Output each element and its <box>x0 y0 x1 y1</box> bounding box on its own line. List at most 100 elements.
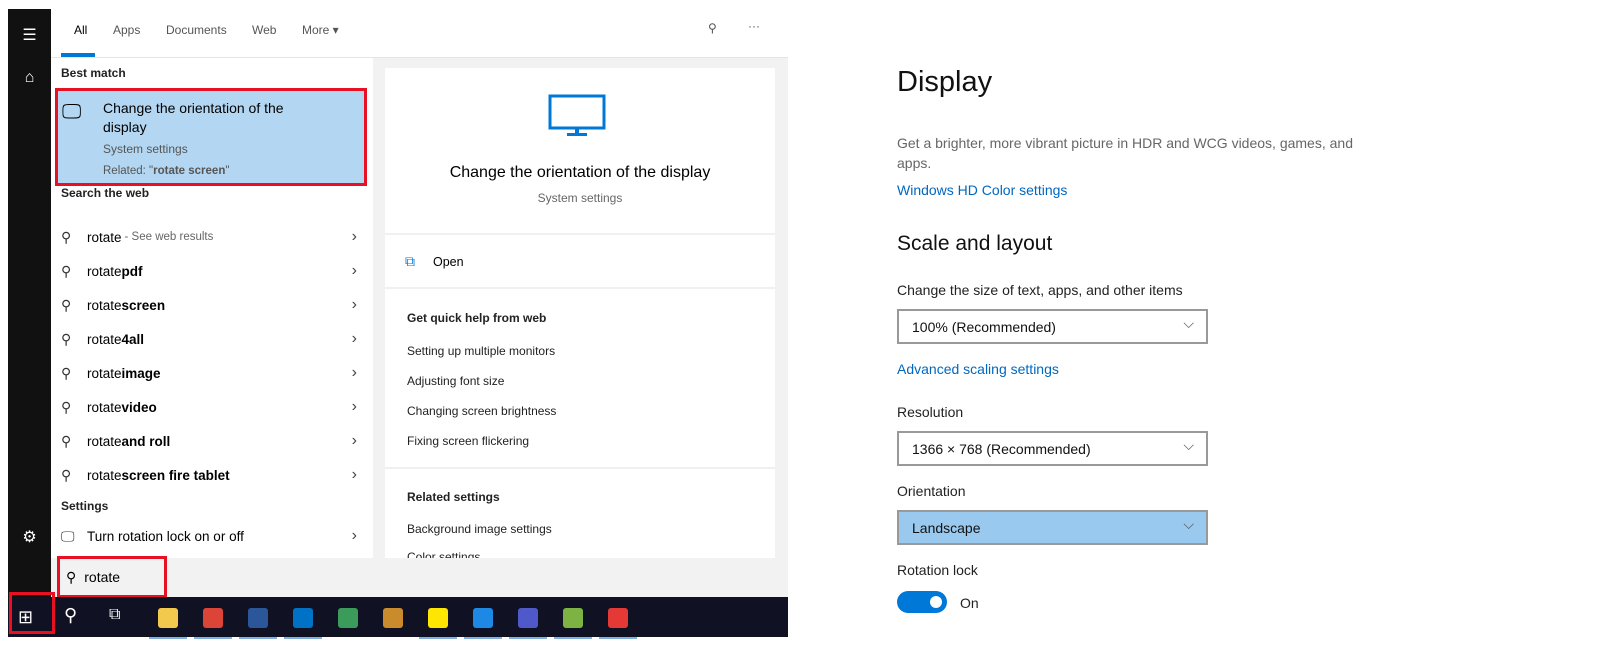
resolution-dropdown[interactable]: 1366 × 768 (Recommended) ⌵ <box>897 431 1208 466</box>
search-icon: ⚲ <box>61 364 72 381</box>
search-icon: ⚲ <box>61 398 72 415</box>
open-button[interactable]: Open <box>433 255 464 269</box>
gear-icon[interactable]: ⚙ <box>8 527 51 547</box>
monitor-icon: 🖵 <box>62 101 82 123</box>
home-icon[interactable]: ⌂ <box>8 69 51 87</box>
rotation-lock-state: On <box>960 595 979 611</box>
best-match-subtitle: System settings <box>103 142 188 156</box>
running-indicator <box>149 637 187 639</box>
chevron-right-icon[interactable]: › <box>352 330 357 348</box>
help-link[interactable]: Setting up multiple monitors <box>407 344 555 358</box>
running-indicator <box>284 637 322 639</box>
search-input[interactable]: ⚲ rotate <box>57 556 167 598</box>
feedback-icon[interactable]: ⚲ <box>708 21 717 35</box>
web-result[interactable]: ⚲ rotate screen › <box>61 290 361 320</box>
hdr-description: Get a brighter, more vibrant picture in … <box>897 135 1353 171</box>
tab-more[interactable]: More ▾ <box>302 23 339 37</box>
taskbar-app-app[interactable] <box>374 603 412 633</box>
web-result[interactable]: ⚲ rotate - See web results › <box>61 222 361 252</box>
chevron-right-icon[interactable]: › <box>352 466 357 484</box>
app-icon <box>563 608 583 628</box>
web-result-suffix: 4all <box>121 331 145 347</box>
taskbar-app-sticky-notes[interactable] <box>419 603 457 639</box>
search-icon: ⚲ <box>61 262 72 279</box>
rotation-lock-label: Rotation lock <box>897 562 978 578</box>
related-link[interactable]: Color settings <box>407 550 480 558</box>
active-tab-indicator <box>61 53 95 57</box>
app-icon <box>473 608 493 628</box>
more-options-icon[interactable]: ··· <box>748 19 760 33</box>
web-result[interactable]: ⚲ rotate screen fire tablet › <box>61 460 361 490</box>
help-link[interactable]: Adjusting font size <box>407 374 504 388</box>
settings-result[interactable]: 🖵 Turn rotation lock on or off › <box>61 521 361 551</box>
taskbar-app-edge[interactable] <box>329 603 367 633</box>
preview-subtitle: System settings <box>537 191 623 205</box>
best-match-title: Change the orientation of the display <box>103 100 284 135</box>
app-icon <box>203 608 223 628</box>
orientation-label: Orientation <box>897 483 966 499</box>
taskbar-app-file-explorer[interactable] <box>149 603 187 639</box>
monitor-icon: 🖵 <box>61 527 75 544</box>
chevron-right-icon[interactable]: › <box>352 527 357 545</box>
chevron-right-icon[interactable]: › <box>352 296 357 314</box>
best-match-result[interactable]: 🖵 Change the orientation of the display … <box>55 88 367 186</box>
running-indicator <box>554 637 592 639</box>
start-button-highlight[interactable] <box>9 592 55 634</box>
hd-color-link[interactable]: Windows HD Color settings <box>897 182 1067 198</box>
hamburger-menu-icon[interactable]: ☰ <box>8 25 51 45</box>
help-link[interactable]: Fixing screen flickering <box>407 434 529 448</box>
search-icon: ⚲ <box>61 296 72 313</box>
taskbar: ⊞ ⚲ ⧉ <box>8 597 788 639</box>
taskbar-app-word[interactable] <box>239 603 277 639</box>
search-icon[interactable]: ⚲ <box>64 605 77 626</box>
app-icon <box>383 608 403 628</box>
search-icon: ⚲ <box>61 330 72 347</box>
taskbar-app-teams[interactable] <box>509 603 547 639</box>
related-link[interactable]: Background image settings <box>407 522 552 536</box>
taskbar-app-chrome[interactable] <box>194 603 232 639</box>
rotation-lock-toggle[interactable] <box>897 591 947 613</box>
web-result[interactable]: ⚲ rotate and roll › <box>61 426 361 456</box>
scale-value: 100% (Recommended) <box>912 318 1056 335</box>
divider <box>385 233 775 235</box>
chevron-right-icon[interactable]: › <box>352 262 357 280</box>
help-link[interactable]: Changing screen brightness <box>407 404 556 418</box>
web-result-query: rotate <box>87 433 122 449</box>
tab-web[interactable]: Web <box>252 23 276 37</box>
web-result-query: rotate <box>87 229 122 245</box>
tab-documents[interactable]: Documents <box>166 23 227 37</box>
web-result-suffix: screen fire tablet <box>121 467 230 483</box>
search-tabs: All Apps Documents Web More ▾ ⚲ ··· <box>51 9 788 58</box>
app-icon <box>518 608 538 628</box>
open-icon[interactable]: ⧉ <box>405 253 415 270</box>
tab-all[interactable]: All <box>74 23 87 37</box>
scale-dropdown[interactable]: 100% (Recommended) ⌵ <box>897 309 1208 344</box>
search-icon: ⚲ <box>66 568 77 585</box>
web-result[interactable]: ⚲ rotate pdf › <box>61 256 361 286</box>
task-view-icon[interactable]: ⧉ <box>109 606 120 624</box>
chevron-right-icon[interactable]: › <box>352 432 357 450</box>
chevron-right-icon[interactable]: › <box>352 364 357 382</box>
taskbar-app-outlook[interactable] <box>284 603 322 639</box>
divider <box>385 467 775 469</box>
tab-apps[interactable]: Apps <box>113 23 140 37</box>
chevron-right-icon[interactable]: › <box>352 398 357 416</box>
taskbar-app-snipping-tool[interactable] <box>599 603 637 639</box>
quick-help-heading: Get quick help from web <box>407 311 547 325</box>
web-result-hint: - See web results <box>124 231 214 243</box>
advanced-scaling-link[interactable]: Advanced scaling settings <box>897 361 1059 377</box>
taskbar-app-paint[interactable] <box>554 603 592 639</box>
taskbar-app-photos[interactable] <box>464 603 502 639</box>
web-result-query: rotate <box>87 263 122 279</box>
orientation-dropdown[interactable]: Landscape ⌵ <box>897 510 1208 545</box>
running-indicator <box>464 637 502 639</box>
chevron-right-icon[interactable]: › <box>352 228 357 246</box>
search-icon: ⚲ <box>61 432 72 449</box>
resolution-value: 1366 × 768 (Recommended) <box>912 440 1091 457</box>
web-result[interactable]: ⚲ rotate 4all › <box>61 324 361 354</box>
app-icon <box>293 608 313 628</box>
best-match-heading: Best match <box>61 66 126 80</box>
web-result[interactable]: ⚲ rotate video › <box>61 392 361 422</box>
web-result[interactable]: ⚲ rotate image › <box>61 358 361 388</box>
related-prefix: Related: " <box>103 165 154 177</box>
